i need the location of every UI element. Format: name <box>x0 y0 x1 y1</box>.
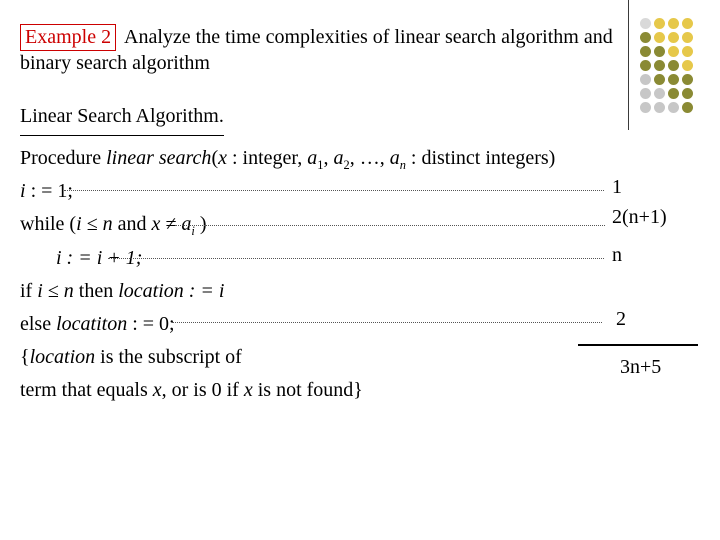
l5c: : = 0; <box>127 313 174 335</box>
proc-a2: a <box>334 147 344 169</box>
proc-an: a <box>390 147 400 169</box>
proc-x: x <box>218 147 227 169</box>
dot-icon <box>654 88 665 99</box>
dot-icon <box>640 32 651 43</box>
dot-icon <box>654 18 665 29</box>
dot-icon <box>682 88 693 99</box>
slide-heading: Example 2 Analyze the time complexities … <box>20 24 615 76</box>
dot-icon <box>682 60 693 71</box>
dot-icon <box>640 74 651 85</box>
cost-annotation-1: 1 <box>612 176 622 199</box>
sum-divider <box>578 344 698 346</box>
dot-icon <box>668 60 679 71</box>
l4a: if <box>20 280 37 302</box>
dot-icon <box>654 74 665 85</box>
dot-icon <box>654 60 665 71</box>
l1b: : = 1; <box>31 180 73 202</box>
l6a: { <box>20 346 30 368</box>
l2c: and <box>113 213 152 235</box>
l6c: is the subscript of <box>95 346 242 368</box>
cost-annotation-total: 3n+5 <box>620 356 661 379</box>
cost-annotation-3: n <box>612 244 622 267</box>
proc-distinct: : distinct integers) <box>406 147 555 169</box>
dot-icon <box>668 46 679 57</box>
l2a: while ( <box>20 213 76 235</box>
l5a: else <box>20 313 56 335</box>
l7a: term that equals <box>20 379 153 401</box>
algo-line-7: term that equals x, or is 0 if x is not … <box>20 374 620 407</box>
proc-prefix: Procedure <box>20 147 106 169</box>
algorithm-block: Linear Search Algorithm. Procedure linea… <box>20 100 620 407</box>
dot-icon <box>654 32 665 43</box>
decorative-dot-grid <box>640 18 693 113</box>
leader-line-3 <box>108 258 604 259</box>
l7e: is not found} <box>253 379 363 401</box>
l4c: then <box>74 280 118 302</box>
leader-line-4 <box>172 322 602 323</box>
proc-c12: , <box>324 147 334 169</box>
dot-icon <box>640 46 651 57</box>
header-divider <box>628 0 629 130</box>
leader-line-1 <box>64 190 604 191</box>
dot-icon <box>640 18 651 29</box>
dot-icon <box>682 74 693 85</box>
dot-icon <box>654 102 665 113</box>
l7c: , or is 0 if <box>162 379 244 401</box>
l1a: i <box>20 180 26 202</box>
algo-line-5: else locatiton : = 0; <box>20 308 620 341</box>
dot-icon <box>668 88 679 99</box>
algo-line-1: i : = 1; <box>20 175 620 208</box>
l6b: location <box>30 346 96 368</box>
example-badge: Example 2 <box>20 24 116 51</box>
algo-line-6: {location is the subscript of <box>20 341 620 374</box>
l2b: i ≤ n <box>76 213 113 235</box>
dot-icon <box>668 18 679 29</box>
procedure-line: Procedure linear search(x : integer, a1,… <box>20 142 620 175</box>
algo-line-4: if i ≤ n then location : = i <box>20 275 620 308</box>
dot-icon <box>654 46 665 57</box>
dot-icon <box>682 102 693 113</box>
dot-icon <box>682 18 693 29</box>
cost-annotation-4: 2 <box>616 308 626 331</box>
dot-icon <box>668 32 679 43</box>
l4b: i ≤ n <box>37 280 74 302</box>
proc-name: linear search <box>106 147 211 169</box>
dot-icon <box>682 46 693 57</box>
l5b: locatiton <box>56 313 127 335</box>
dot-icon <box>640 102 651 113</box>
dot-icon <box>640 88 651 99</box>
l7b: x <box>153 379 162 401</box>
dot-icon <box>682 32 693 43</box>
dot-icon <box>668 74 679 85</box>
proc-int: : integer, <box>227 147 307 169</box>
cost-annotation-2: 2(n+1) <box>612 206 667 229</box>
dot-icon <box>640 60 651 71</box>
proc-a1: a <box>307 147 317 169</box>
proc-dots: , …, <box>350 147 390 169</box>
algorithm-title: Linear Search Algorithm. <box>20 100 224 136</box>
leader-line-2 <box>175 225 605 226</box>
dot-icon <box>668 102 679 113</box>
l7d: x <box>244 379 253 401</box>
l4d: location : = i <box>118 280 224 302</box>
